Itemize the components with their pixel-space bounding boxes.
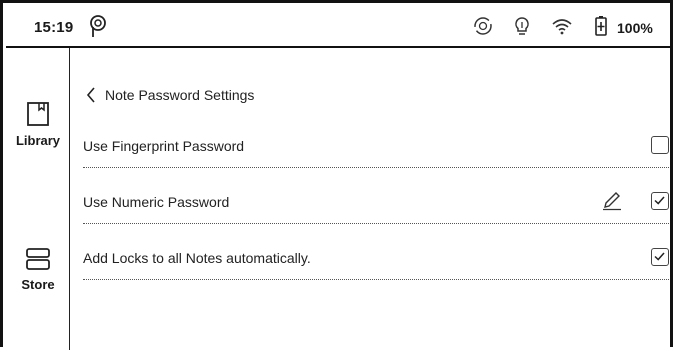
status-time: 15:19 (34, 19, 74, 36)
sidebar-item-label: Store (21, 277, 55, 292)
setting-row-auto-lock[interactable]: Add Locks to all Notes automatically. (83, 240, 669, 280)
wifi-icon[interactable] (551, 15, 573, 37)
setting-row-fingerprint[interactable]: Use Fingerprint Password (83, 128, 669, 168)
page-title: Note Password Settings (105, 87, 255, 103)
pencil-icon[interactable] (601, 189, 623, 211)
battery-icon (590, 15, 612, 37)
fingerprint-checkbox[interactable] (651, 136, 669, 154)
bulb-icon[interactable] (511, 15, 533, 37)
sync-icon[interactable] (472, 15, 494, 37)
sidebar-item-library[interactable]: Library (6, 101, 70, 148)
numeric-checkbox[interactable] (651, 192, 669, 210)
book-icon (6, 101, 70, 127)
setting-label: Use Numeric Password (83, 194, 230, 210)
p-logo-icon (88, 13, 108, 39)
setting-label: Use Fingerprint Password (83, 138, 245, 154)
settings-panel: Note Password Settings Use Fingerprint P… (70, 48, 673, 350)
page-header[interactable]: Note Password Settings (85, 84, 254, 106)
auto-lock-checkbox[interactable] (651, 248, 669, 266)
chevron-left-icon[interactable] (85, 86, 97, 104)
status-bar: 15:19 100% (6, 6, 673, 48)
sidebar: Library Store (6, 48, 70, 350)
battery-percent: 100% (617, 20, 653, 36)
setting-label: Add Locks to all Notes automatically. (83, 250, 311, 266)
sidebar-item-store[interactable]: Store (6, 247, 70, 292)
device-frame: 15:19 100% Library Store Note Password S… (0, 0, 673, 350)
sidebar-item-label: Library (15, 133, 61, 148)
store-icon (6, 247, 70, 271)
setting-row-numeric[interactable]: Use Numeric Password (83, 184, 669, 224)
